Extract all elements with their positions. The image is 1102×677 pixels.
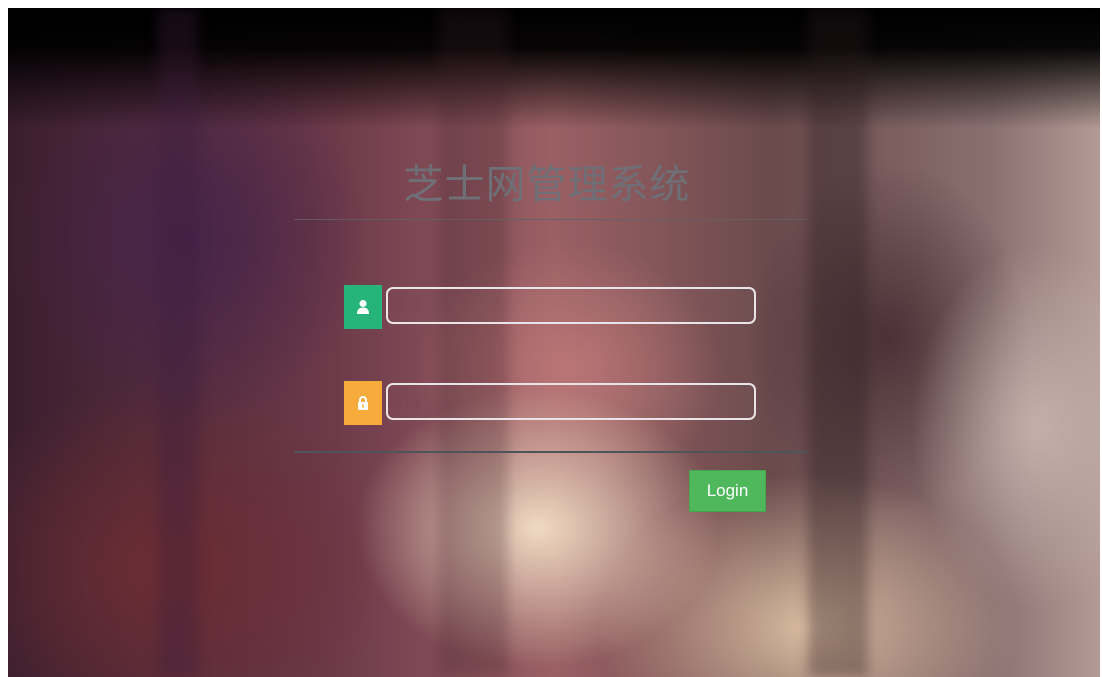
background-streak	[438, 8, 508, 677]
username-icon-box	[344, 285, 382, 329]
page-frame: 芝士网管理系统 Login	[0, 0, 1102, 677]
title-divider	[294, 219, 807, 220]
page-title: 芝士网管理系统	[403, 162, 691, 208]
password-input[interactable]	[386, 383, 756, 420]
background-streak	[808, 8, 868, 677]
login-button[interactable]: Login	[689, 470, 766, 512]
form-divider	[294, 451, 807, 453]
background-streak	[158, 8, 198, 677]
lock-icon	[358, 396, 368, 410]
username-input[interactable]	[386, 287, 756, 324]
password-icon-box	[344, 381, 382, 425]
blurred-background-image	[8, 8, 1100, 677]
user-icon	[357, 300, 369, 314]
